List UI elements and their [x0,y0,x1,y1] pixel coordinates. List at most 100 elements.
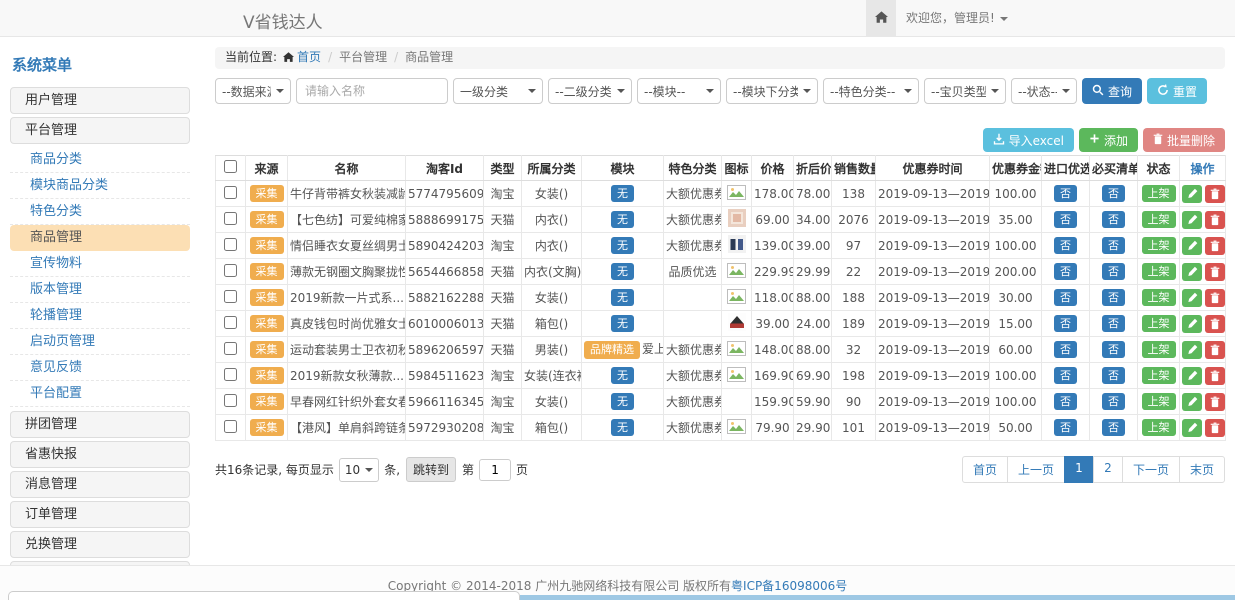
sidebar-item[interactable]: 模块商品分类 [10,173,190,199]
sidebar-item[interactable]: 轮播管理 [10,303,190,329]
batch-delete-button[interactable]: 批量删除 [1143,128,1225,152]
status-toggle[interactable]: 上架 [1142,419,1176,436]
sidebar-group-header[interactable]: 省惠快报 [10,441,190,468]
edit-button[interactable] [1182,341,1202,359]
import-excel-button[interactable]: 导入excel [983,128,1074,152]
row-checkbox[interactable] [224,264,237,277]
status-toggle[interactable]: 上架 [1142,185,1176,202]
sidebar-group-header[interactable]: 用户管理 [10,87,190,114]
module-subcategory-select[interactable]: --模块下分类-- [726,78,818,104]
sidebar-group-header[interactable]: 平台管理 [10,117,190,144]
delete-button[interactable] [1205,263,1225,281]
sidebar-item[interactable]: 特色分类 [10,199,190,225]
import-choice-toggle[interactable]: 否 [1054,315,1077,332]
edit-button[interactable] [1182,419,1202,437]
must-buy-toggle[interactable]: 否 [1102,315,1125,332]
search-button[interactable]: 查询 [1082,78,1142,104]
jump-page-input[interactable] [479,459,511,481]
must-buy-toggle[interactable]: 否 [1102,237,1125,254]
breadcrumb-home-link[interactable]: 首页 [297,50,321,64]
sidebar-group-header[interactable]: 兑换管理 [10,531,190,558]
sidebar-item[interactable]: 宣传物料 [10,251,190,277]
delete-button[interactable] [1205,211,1225,229]
sidebar-group-header[interactable]: 订单管理 [10,501,190,528]
must-buy-toggle[interactable]: 否 [1102,419,1125,436]
page-button[interactable]: 首页 [962,456,1008,483]
delete-button[interactable] [1205,237,1225,255]
user-menu[interactable]: 欢迎您，管理员! [906,0,1008,36]
module-select[interactable]: --模块-- [637,78,721,104]
sidebar-group-header[interactable]: 消息管理 [10,471,190,498]
delete-button[interactable] [1205,315,1225,333]
row-checkbox[interactable] [224,394,237,407]
edit-button[interactable] [1182,237,1202,255]
delete-button[interactable] [1205,367,1225,385]
must-buy-toggle[interactable]: 否 [1102,393,1125,410]
must-buy-toggle[interactable]: 否 [1102,341,1125,358]
status-toggle[interactable]: 上架 [1142,263,1176,280]
edit-button[interactable] [1182,393,1202,411]
page-button[interactable]: 1 [1064,456,1094,483]
status-toggle[interactable]: 上架 [1142,315,1176,332]
jump-to-button[interactable]: 跳转到 [406,457,456,482]
add-button[interactable]: 添加 [1079,128,1138,152]
delete-button[interactable] [1205,185,1225,203]
row-checkbox[interactable] [224,290,237,303]
must-buy-toggle[interactable]: 否 [1102,211,1125,228]
must-buy-toggle[interactable]: 否 [1102,263,1125,280]
sidebar-item[interactable]: 意见反馈 [10,355,190,381]
status-toggle[interactable]: 上架 [1142,341,1176,358]
delete-button[interactable] [1205,419,1225,437]
import-choice-toggle[interactable]: 否 [1054,341,1077,358]
edit-button[interactable] [1182,367,1202,385]
edit-button[interactable] [1182,263,1202,281]
icp-link[interactable]: 粤ICP备16098006号 [731,579,847,593]
import-choice-toggle[interactable]: 否 [1054,237,1077,254]
status-toggle[interactable]: 上架 [1142,393,1176,410]
level1-category-select[interactable]: 一级分类 [453,78,543,104]
must-buy-toggle[interactable]: 否 [1102,367,1125,384]
edit-button[interactable] [1182,211,1202,229]
edit-button[interactable] [1182,185,1202,203]
import-choice-toggle[interactable]: 否 [1054,185,1077,202]
delete-button[interactable] [1205,393,1225,411]
row-checkbox[interactable] [224,342,237,355]
page-button[interactable]: 末页 [1179,456,1225,483]
import-choice-toggle[interactable]: 否 [1054,367,1077,384]
import-choice-toggle[interactable]: 否 [1054,289,1077,306]
status-select[interactable]: --状态-- [1011,78,1077,104]
row-checkbox[interactable] [224,420,237,433]
edit-button[interactable] [1182,315,1202,333]
sidebar-group-header[interactable]: 拼团管理 [10,411,190,438]
page-button[interactable]: 上一页 [1007,456,1065,483]
row-checkbox[interactable] [224,368,237,381]
edit-button[interactable] [1182,289,1202,307]
per-page-select[interactable]: 10 [339,458,379,482]
name-search-input[interactable] [296,78,448,104]
status-toggle[interactable]: 上架 [1142,237,1176,254]
sidebar-item[interactable]: 平台配置 [10,381,190,407]
must-buy-toggle[interactable]: 否 [1102,185,1125,202]
item-type-select[interactable]: --宝贝类型-- [924,78,1006,104]
import-choice-toggle[interactable]: 否 [1054,393,1077,410]
import-choice-toggle[interactable]: 否 [1054,263,1077,280]
must-buy-toggle[interactable]: 否 [1102,289,1125,306]
sidebar-item[interactable]: 版本管理 [10,277,190,303]
data-source-select[interactable]: --数据来源-- [215,78,291,104]
delete-button[interactable] [1205,289,1225,307]
page-button[interactable]: 下一页 [1122,456,1180,483]
row-checkbox[interactable] [224,212,237,225]
status-toggle[interactable]: 上架 [1142,367,1176,384]
status-toggle[interactable]: 上架 [1142,289,1176,306]
row-checkbox[interactable] [224,238,237,251]
level2-category-select[interactable]: --二级分类-- [548,78,632,104]
sidebar-item[interactable]: 商品管理 [10,225,190,251]
reset-button[interactable]: 重置 [1147,78,1207,104]
navbar-home-button[interactable] [866,0,896,36]
import-choice-toggle[interactable]: 否 [1054,211,1077,228]
delete-button[interactable] [1205,341,1225,359]
feature-category-select[interactable]: --特色分类-- [823,78,919,104]
sidebar-item[interactable]: 商品分类 [10,147,190,173]
page-button[interactable]: 2 [1093,456,1123,483]
row-checkbox[interactable] [224,316,237,329]
